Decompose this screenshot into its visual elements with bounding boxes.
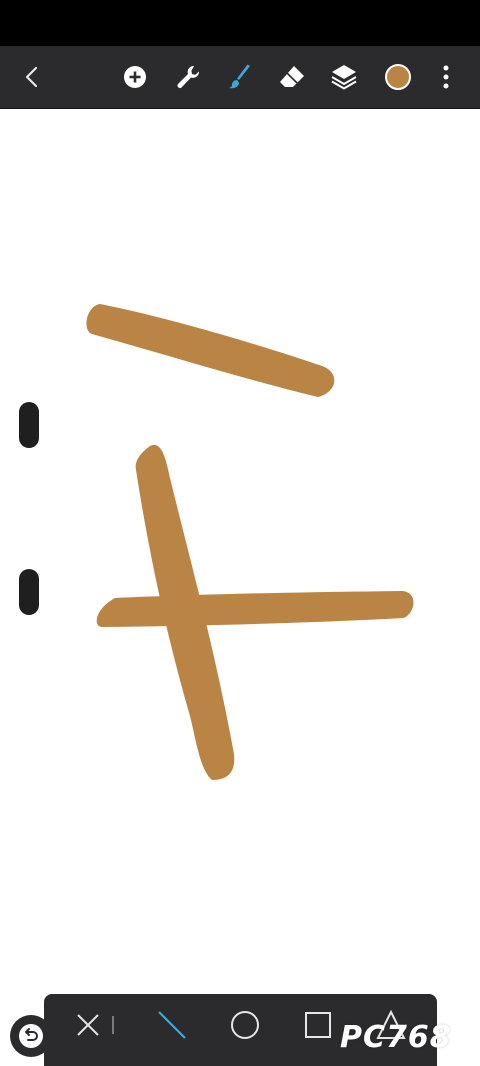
watermark: PC768 bbox=[340, 1020, 452, 1055]
stroke-horizontal bbox=[96, 591, 414, 627]
color-picker-button[interactable] bbox=[376, 46, 420, 108]
layers-button[interactable] bbox=[322, 46, 366, 108]
eraser-icon bbox=[280, 66, 304, 87]
add-button[interactable] bbox=[113, 46, 157, 108]
more-button[interactable] bbox=[424, 46, 468, 108]
brush-opacity-handle[interactable] bbox=[19, 569, 39, 615]
top-toolbar bbox=[0, 46, 480, 109]
drawing-canvas[interactable] bbox=[0, 108, 480, 1066]
undo-icon bbox=[19, 1024, 43, 1048]
rectangle-tool-button[interactable] bbox=[296, 994, 340, 1056]
add-icon bbox=[124, 66, 146, 88]
layers-icon bbox=[331, 65, 357, 90]
close-icon bbox=[77, 1014, 99, 1036]
brush-tool-button[interactable] bbox=[218, 46, 262, 108]
eraser-tool-button[interactable] bbox=[270, 46, 314, 108]
brush-icon bbox=[229, 64, 250, 89]
close-shapes-button[interactable] bbox=[66, 994, 110, 1056]
color-swatch bbox=[385, 64, 411, 90]
brush-size-handle[interactable] bbox=[19, 402, 39, 448]
line-tool-button[interactable] bbox=[150, 994, 194, 1056]
ellipse-tool-button[interactable] bbox=[223, 994, 267, 1056]
settings-button[interactable] bbox=[166, 46, 210, 108]
back-icon bbox=[25, 66, 38, 88]
stroke-top bbox=[86, 304, 335, 397]
wrench-icon bbox=[177, 65, 200, 88]
artwork bbox=[86, 304, 414, 780]
toolbar-divider bbox=[108, 994, 118, 1056]
more-icon bbox=[443, 65, 449, 89]
back-button[interactable] bbox=[10, 46, 54, 108]
line-icon bbox=[158, 1011, 186, 1039]
ellipse-icon bbox=[231, 1011, 259, 1039]
rectangle-icon bbox=[305, 1012, 331, 1038]
status-bar bbox=[0, 0, 480, 46]
